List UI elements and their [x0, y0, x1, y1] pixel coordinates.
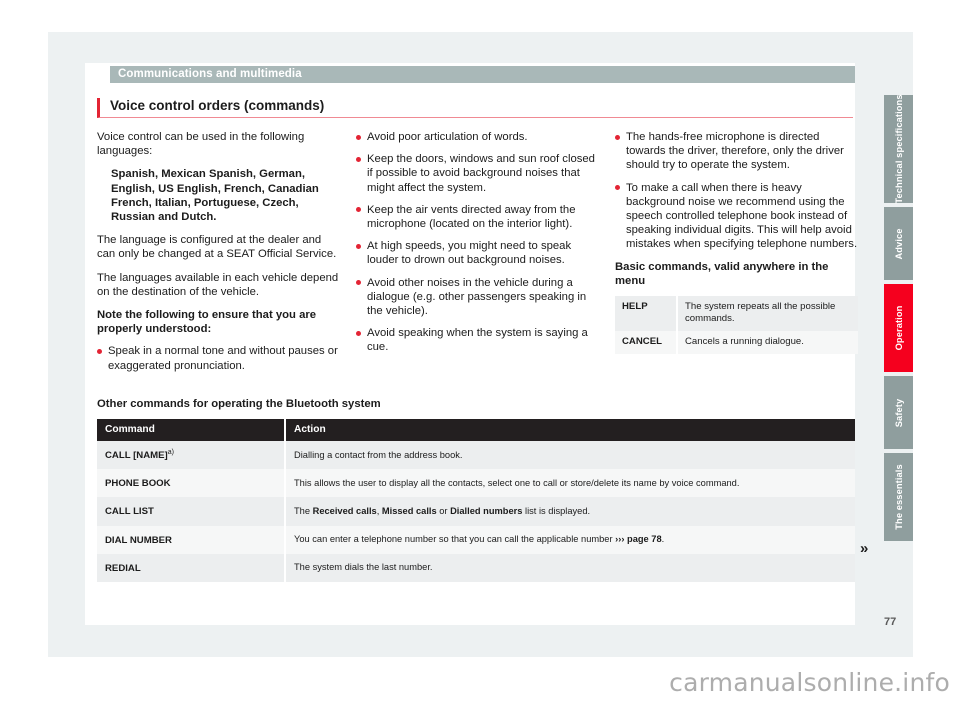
table-row: PHONE BOOK This allows the user to displ… — [97, 469, 855, 498]
page-title: Voice control orders (commands) — [97, 98, 853, 118]
column-left: Voice control can be used in the followi… — [97, 130, 340, 381]
list-item-text: Avoid speaking when the system is saying… — [367, 327, 588, 354]
bullet-dot-icon — [615, 134, 620, 140]
list-item-text: At high speeds, you might need to speak … — [367, 240, 572, 267]
languages-list: Spanish, Mexican Spanish, German, Englis… — [111, 168, 319, 224]
list-item: Avoid speaking when the system is saying… — [356, 326, 599, 354]
bluetooth-table-body: CALL [NAME]a) Dialling a contact from th… — [97, 441, 855, 582]
basic-commands-table-body: HELP The system repeats all the possible… — [615, 296, 858, 355]
list-item-text: Keep the doors, windows and sun roof clo… — [367, 153, 595, 194]
list-item-text: Avoid poor articulation of words. — [367, 131, 528, 143]
basic-command-name: CANCEL — [615, 331, 677, 355]
basic-commands-heading: Basic commands, valid anywhere in the me… — [615, 260, 829, 287]
sidebar-item-operation[interactable]: Operation — [884, 284, 913, 372]
bullet-dot-icon — [356, 134, 361, 140]
understanding-subheading: Note the following to ensure that you ar… — [97, 309, 317, 336]
table-header-row: Command Action — [97, 419, 855, 441]
list-item-text: To make a call when there is heavy backg… — [626, 181, 858, 251]
bluetooth-command-name: CALL [NAME]a) — [97, 441, 286, 470]
table-row: REDIAL The system dials the last number. — [97, 553, 855, 582]
table-row: CALL [NAME]a) Dialling a contact from th… — [97, 441, 855, 470]
bluetooth-command-name: REDIAL — [97, 553, 286, 582]
list-item-text: Avoid other noises in the vehicle during… — [367, 276, 587, 318]
list-item: The hands-free microphone is directed to… — [615, 130, 858, 173]
bullet-dot-icon — [356, 243, 361, 249]
basic-commands-table: HELP The system repeats all the possible… — [615, 296, 858, 355]
basic-command-action: The system repeats all the possible comm… — [676, 296, 858, 332]
bluetooth-command-name: DIAL NUMBER — [97, 525, 286, 554]
bluetooth-command-action: The system dials the last number. — [285, 553, 855, 582]
bullet-dot-icon — [615, 185, 620, 191]
sidebar-item-technical-specifications[interactable]: Technical specifications — [884, 94, 913, 204]
tab-label: Technical specifications — [893, 94, 904, 204]
bluetooth-command-name: CALL LIST — [97, 497, 286, 526]
sidebar-item-the-essentials[interactable]: The essentials — [884, 453, 913, 541]
list-item: Avoid poor articulation of words. — [356, 130, 599, 144]
command-label: PHONE BOOK — [105, 478, 171, 490]
running-head: Communications and multimedia — [110, 66, 855, 83]
list-item: Avoid other noises in the vehicle during… — [356, 276, 599, 319]
column-header-command: Command — [97, 419, 286, 441]
list-item-text: Keep the air vents directed away from th… — [367, 203, 576, 231]
bullet-dot-icon — [356, 330, 361, 336]
list-item-text: Speak in a normal tone and without pause… — [108, 345, 338, 372]
list-item: To make a call when there is heavy backg… — [615, 181, 858, 252]
table-row: HELP The system repeats all the possible… — [615, 296, 858, 332]
bullet-dot-icon — [356, 156, 361, 162]
column-header-action: Action — [285, 419, 855, 441]
page-root: Communications and multimedia Voice cont… — [0, 0, 960, 708]
footnote-marker: a) — [167, 449, 174, 456]
basic-command-name: HELP — [615, 296, 677, 332]
column-middle: Avoid poor articulation of words. Keep t… — [356, 130, 599, 381]
table-row: CANCEL Cancels a running dialogue. — [615, 331, 858, 355]
language-config-paragraph: The language is configured at the dealer… — [97, 234, 337, 261]
command-label: DIAL NUMBER — [105, 534, 172, 546]
command-label: CALL [NAME] — [105, 450, 168, 462]
tab-label: Operation — [893, 305, 904, 351]
tab-label: Safety — [893, 398, 904, 427]
bluetooth-command-action: This allows the user to display all the … — [285, 469, 855, 498]
bullet-dot-icon — [356, 207, 361, 213]
bluetooth-table-head: Command Action — [97, 419, 855, 441]
list-item: Speak in a normal tone and without pause… — [97, 344, 340, 372]
tab-label: The essentials — [893, 464, 904, 530]
list-item: Keep the doors, windows and sun roof clo… — [356, 152, 599, 195]
watermark: carmanualsonline.info — [669, 668, 950, 697]
sidebar-item-advice[interactable]: Advice — [884, 207, 913, 280]
list-item: At high speeds, you might need to speak … — [356, 239, 599, 267]
table-row: CALL LIST The Received calls, Missed cal… — [97, 497, 855, 526]
bullet-dot-icon — [97, 348, 102, 354]
command-label: REDIAL — [105, 562, 141, 574]
bullet-dot-icon — [356, 280, 361, 286]
continuation-arrow-icon: » — [860, 540, 868, 557]
sidebar-item-safety[interactable]: Safety — [884, 376, 913, 449]
bluetooth-command-action: Dialling a contact from the address book… — [285, 441, 855, 470]
bluetooth-command-action: The Received calls, Missed calls or Dial… — [285, 497, 855, 526]
column-right: The hands-free microphone is directed to… — [615, 130, 858, 381]
bluetooth-table-title: Other commands for operating the Bluetoo… — [97, 398, 381, 410]
language-dependency-paragraph: The languages available in each vehicle … — [97, 271, 339, 298]
bluetooth-command-name: PHONE BOOK — [97, 469, 286, 498]
body-columns: Voice control can be used in the followi… — [97, 130, 859, 381]
bluetooth-command-action: You can enter a telephone number so that… — [285, 525, 855, 554]
page-number: 77 — [884, 616, 897, 628]
command-label: CALL LIST — [105, 506, 154, 518]
tab-label: Advice — [893, 227, 904, 260]
basic-command-action: Cancels a running dialogue. — [676, 331, 858, 355]
intro-paragraph: Voice control can be used in the followi… — [97, 131, 305, 158]
table-row: DIAL NUMBER You can enter a telephone nu… — [97, 525, 855, 554]
list-item: Keep the air vents directed away from th… — [356, 203, 599, 231]
section-tabs: Technical specifications Advice Operatio… — [884, 94, 913, 545]
list-item-text: The hands-free microphone is directed to… — [626, 131, 844, 172]
bluetooth-commands-table: Command Action CALL [NAME]a) Dialling a … — [97, 419, 855, 582]
